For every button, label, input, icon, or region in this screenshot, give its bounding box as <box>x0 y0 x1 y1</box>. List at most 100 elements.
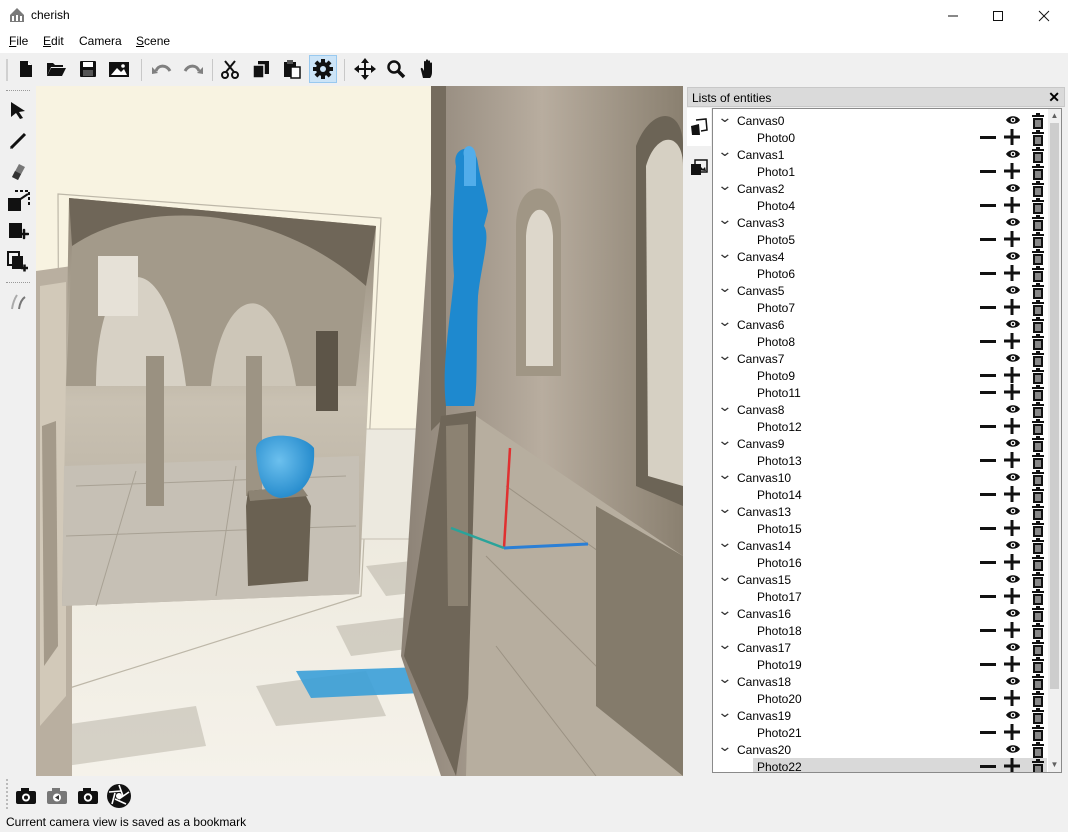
eye-icon[interactable] <box>1005 114 1021 129</box>
minus-icon[interactable] <box>979 386 997 401</box>
menu-file[interactable]: File <box>9 34 28 48</box>
chevron-down-icon[interactable]: ⌄ <box>717 738 732 755</box>
scroll-down-icon[interactable]: ▼ <box>1048 758 1061 772</box>
copy-icon[interactable] <box>247 55 275 83</box>
photo-tab-icon[interactable] <box>687 148 711 186</box>
tree-row-canvas[interactable]: ⌄ Canvas13 <box>713 500 1047 520</box>
save-icon[interactable] <box>74 55 102 83</box>
tree-row-canvas[interactable]: ⌄ Canvas5 <box>713 279 1047 299</box>
select-arrow-icon[interactable] <box>4 96 32 124</box>
chevron-down-icon[interactable]: ⌄ <box>717 245 732 262</box>
tree-row-photo[interactable]: Photo18 <box>713 622 1047 639</box>
scroll-up-icon[interactable]: ▲ <box>1048 109 1061 123</box>
tree-scrollbar[interactable]: ▲ ▼ <box>1048 109 1061 772</box>
close-icon[interactable]: ✕ <box>1048 89 1060 106</box>
undo-icon[interactable] <box>148 55 176 83</box>
minus-icon[interactable] <box>979 165 997 180</box>
chevron-down-icon[interactable]: ⌄ <box>717 534 732 551</box>
chevron-down-icon[interactable]: ⌄ <box>717 211 732 228</box>
tree-row-canvas[interactable]: ⌄ Canvas10 <box>713 466 1047 486</box>
minus-icon[interactable] <box>979 522 997 537</box>
eye-icon[interactable] <box>1005 641 1021 656</box>
chevron-down-icon[interactable]: ⌄ <box>717 398 732 415</box>
tree-row-canvas[interactable]: ⌄ Canvas4 <box>713 245 1047 265</box>
menu-camera[interactable]: Camera <box>79 34 122 48</box>
tree-row-canvas[interactable]: ⌄ Canvas1 <box>713 143 1047 163</box>
eye-icon[interactable] <box>1005 216 1021 231</box>
menu-edit[interactable]: Edit <box>43 34 64 48</box>
settings-icon[interactable] <box>309 55 337 83</box>
chevron-down-icon[interactable]: ⌄ <box>717 109 732 126</box>
open-folder-icon[interactable] <box>42 55 70 83</box>
entities-tree[interactable]: ⌄ Canvas0 Photo0 ⌄ Canvas1 Photo1 ⌄ Canvas2 Phot… <box>712 108 1062 773</box>
minus-icon[interactable] <box>979 760 997 772</box>
minus-icon[interactable] <box>979 726 997 741</box>
image-icon[interactable] <box>105 55 133 83</box>
scene-viewport[interactable] <box>36 86 683 776</box>
minus-icon[interactable] <box>979 199 997 214</box>
canvas-select-icon[interactable] <box>4 187 32 215</box>
minus-icon[interactable] <box>979 131 997 146</box>
eye-icon[interactable] <box>1005 471 1021 486</box>
tree-row-photo[interactable]: Photo6 <box>713 265 1047 282</box>
eye-icon[interactable] <box>1005 148 1021 163</box>
tree-row-canvas[interactable]: ⌄ Canvas0 <box>713 109 1047 129</box>
minus-icon[interactable] <box>979 692 997 707</box>
minus-icon[interactable] <box>979 624 997 639</box>
tree-row-photo[interactable]: Photo11 <box>713 384 1047 401</box>
tree-row-photo[interactable]: Photo15 <box>713 520 1047 537</box>
photo-clone-icon[interactable] <box>4 248 32 276</box>
close-icon[interactable] <box>1021 0 1067 31</box>
tree-row-photo[interactable]: Photo14 <box>713 486 1047 503</box>
tree-row-canvas[interactable]: ⌄ Canvas7 <box>713 347 1047 367</box>
tree-row-canvas[interactable]: ⌄ Canvas2 <box>713 177 1047 197</box>
zoom-icon[interactable] <box>382 55 410 83</box>
chevron-down-icon[interactable]: ⌄ <box>717 279 732 296</box>
canvas-add-icon[interactable] <box>4 218 32 246</box>
tree-row-canvas[interactable]: ⌄ Canvas8 <box>713 398 1047 418</box>
eye-icon[interactable] <box>1005 607 1021 622</box>
pan-hand-icon[interactable] <box>414 55 442 83</box>
tree-row-canvas[interactable]: ⌄ Canvas16 <box>713 602 1047 622</box>
minimize-icon[interactable] <box>930 0 976 31</box>
tree-row-canvas[interactable]: ⌄ Canvas9 <box>713 432 1047 452</box>
camera-previous-icon[interactable] <box>43 782 71 810</box>
tree-row-canvas[interactable]: ⌄ Canvas18 <box>713 670 1047 690</box>
eye-icon[interactable] <box>1005 675 1021 690</box>
eye-icon[interactable] <box>1005 573 1021 588</box>
camera-bookmark-icon[interactable] <box>12 782 40 810</box>
new-file-icon[interactable] <box>12 55 40 83</box>
pen-icon[interactable] <box>4 127 32 155</box>
tree-row-photo[interactable]: Photo9 <box>713 367 1047 384</box>
tree-row-photo[interactable]: Photo16 <box>713 554 1047 571</box>
eye-icon[interactable] <box>1005 743 1021 758</box>
tree-row-photo[interactable]: Photo17 <box>713 588 1047 605</box>
minus-icon[interactable] <box>979 267 997 282</box>
minus-icon[interactable] <box>979 488 997 503</box>
eraser-icon[interactable] <box>4 157 32 185</box>
eye-icon[interactable] <box>1005 352 1021 367</box>
tree-row-canvas[interactable]: ⌄ Canvas19 <box>713 704 1047 724</box>
tree-row-photo[interactable]: Photo8 <box>713 333 1047 350</box>
chevron-down-icon[interactable]: ⌄ <box>717 636 732 653</box>
chevron-down-icon[interactable]: ⌄ <box>717 143 732 160</box>
eye-icon[interactable] <box>1005 250 1021 265</box>
tree-row-photo[interactable]: Photo19 <box>713 656 1047 673</box>
tree-row-photo[interactable]: Photo13 <box>713 452 1047 469</box>
minus-icon[interactable] <box>979 556 997 571</box>
tree-row-canvas[interactable]: ⌄ Canvas15 <box>713 568 1047 588</box>
minus-icon[interactable] <box>979 420 997 435</box>
chevron-down-icon[interactable]: ⌄ <box>717 568 732 585</box>
minus-icon[interactable] <box>979 335 997 350</box>
minus-icon[interactable] <box>979 233 997 248</box>
stroke-curve-icon[interactable] <box>4 288 32 316</box>
tree-row-canvas[interactable]: ⌄ Canvas20 <box>713 738 1047 758</box>
paste-icon[interactable] <box>278 55 306 83</box>
minus-icon[interactable] <box>979 590 997 605</box>
minus-icon[interactable] <box>979 658 997 673</box>
eye-icon[interactable] <box>1005 318 1021 333</box>
tree-row-canvas[interactable]: ⌄ Canvas14 <box>713 534 1047 554</box>
camera-next-icon[interactable] <box>74 782 102 810</box>
tree-row-photo[interactable]: Photo20 <box>713 690 1047 707</box>
chevron-down-icon[interactable]: ⌄ <box>717 347 732 364</box>
